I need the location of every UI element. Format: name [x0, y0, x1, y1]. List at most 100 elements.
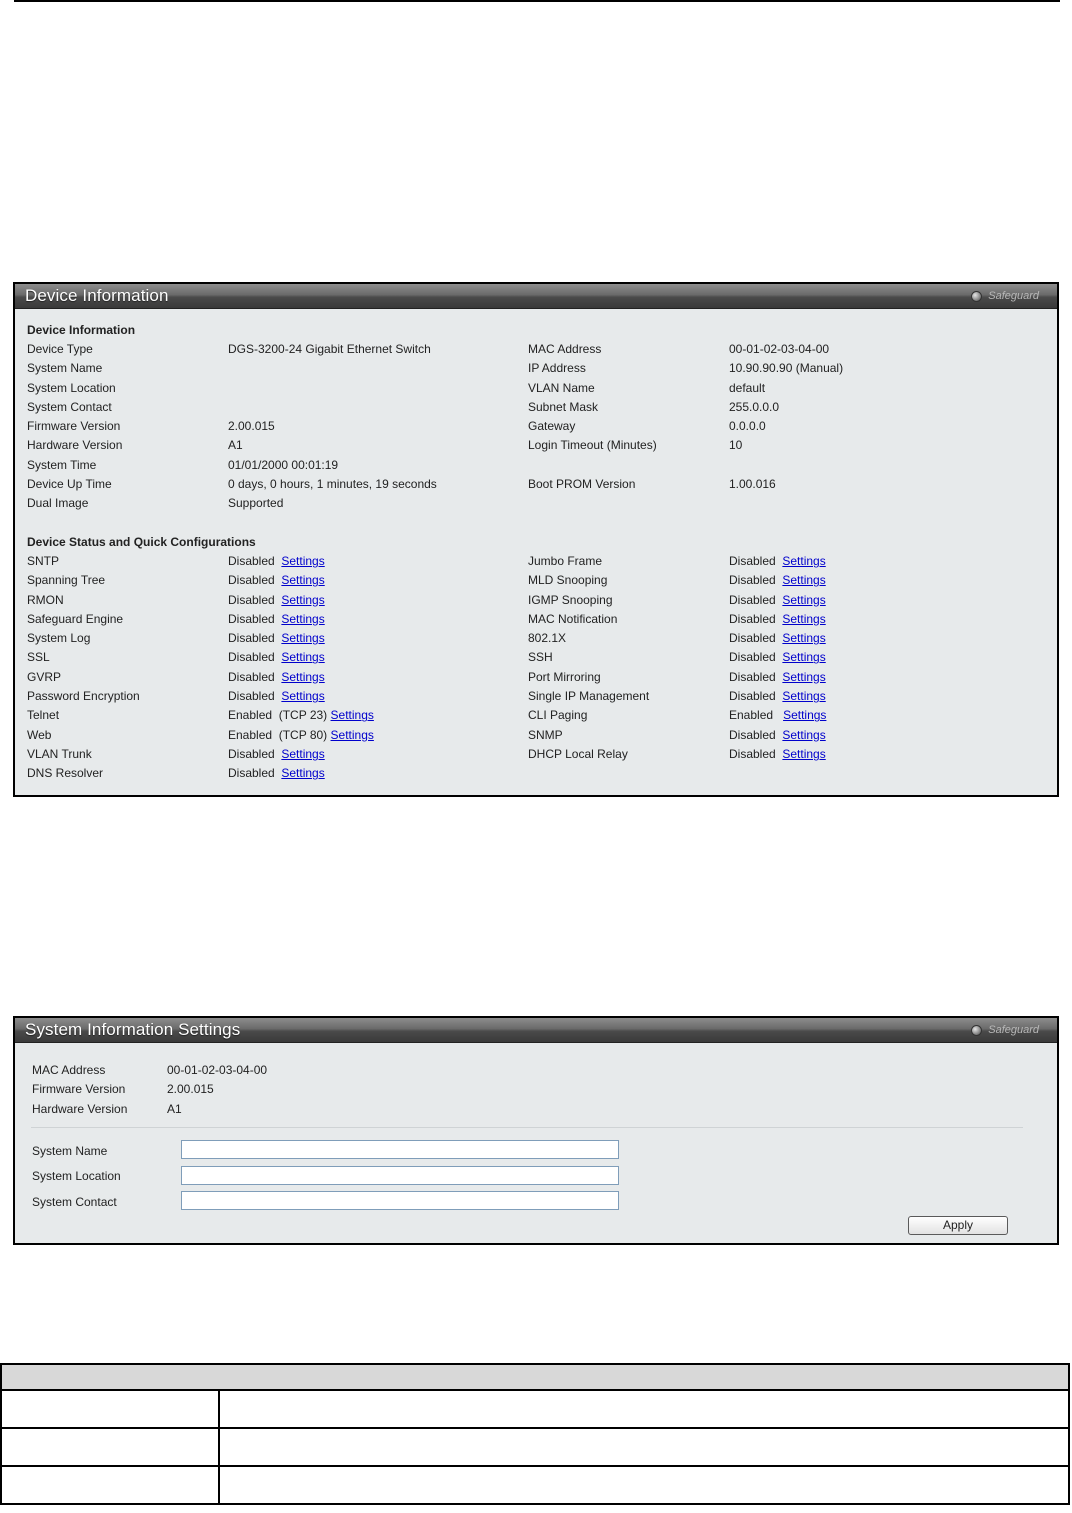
settings-link-system-log[interactable]: Settings — [281, 631, 324, 645]
system-information-settings-panel: System Information Settings Safeguard MA… — [13, 1016, 1059, 1245]
status-value: Disabled Settings — [729, 687, 826, 706]
info-value: 2.00.015 — [167, 1082, 214, 1097]
settings-link-password-encryption[interactable]: Settings — [281, 689, 324, 703]
info-label: Login Timeout (Minutes) — [528, 438, 657, 453]
safeguard-label: Safeguard — [988, 1024, 1039, 1036]
settings-link-web[interactable]: Settings — [331, 728, 374, 742]
settings-link-dns-resolver[interactable]: Settings — [281, 766, 324, 780]
status-text: Disabled — [228, 650, 275, 665]
panel-title: Device Information — [25, 286, 169, 305]
info-row: Subnet Mask 255.0.0.0 — [528, 398, 1028, 417]
status-label: DHCP Local Relay — [528, 746, 628, 761]
settings-link-8021x[interactable]: Settings — [782, 631, 825, 645]
settings-link-mld-snooping[interactable]: Settings — [782, 573, 825, 587]
status-row: GVRP Disabled Settings — [27, 668, 517, 687]
info-value: 10 — [729, 438, 743, 453]
page-top-rule — [14, 0, 1060, 2]
settings-link-dhcp-local-relay[interactable]: Settings — [782, 747, 825, 761]
table-row — [0, 1465, 1070, 1505]
status-row: System Log Disabled Settings — [27, 629, 517, 648]
status-text: Disabled — [729, 727, 776, 742]
status-row: Safeguard Engine Disabled Settings — [27, 610, 517, 629]
settings-link-ssl[interactable]: Settings — [281, 650, 324, 664]
info-label: IP Address — [528, 361, 586, 376]
info-value: 10.90.90.90 (Manual) — [729, 361, 844, 376]
status-row: SSL Disabled Settings — [27, 648, 517, 667]
settings-link-safeguard-engine[interactable]: Settings — [281, 612, 324, 626]
status-label: IGMP Snooping — [528, 592, 613, 607]
status-text: Disabled — [729, 650, 776, 665]
status-row: Telnet Enabled (TCP 23) Settings — [27, 706, 517, 725]
status-value: Disabled Settings — [729, 668, 826, 687]
status-text: Enabled — [228, 708, 273, 723]
info-row: VLAN Name default — [528, 379, 1028, 398]
status-label: MLD Snooping — [528, 573, 608, 588]
settings-link-igmp-snooping[interactable]: Settings — [782, 593, 825, 607]
status-row: SNTP Disabled Settings — [27, 552, 517, 571]
table-desc-cell — [218, 1427, 1070, 1467]
status-value: Disabled Settings — [729, 629, 826, 648]
status-label: 802.1X — [528, 631, 567, 646]
status-value: Disabled Settings — [729, 552, 826, 571]
status-row: MAC Notification Disabled Settings — [528, 610, 1028, 629]
system-name-input[interactable] — [181, 1140, 619, 1159]
status-text: Disabled — [228, 669, 275, 684]
safeguard-indicator: Safeguard — [971, 289, 1039, 303]
settings-link-ssh[interactable]: Settings — [782, 650, 825, 664]
status-text: Disabled — [228, 611, 275, 626]
info-row: System Location — [27, 379, 517, 398]
info-row: Firmware Version 2.00.015 — [27, 417, 517, 436]
info-row: Hardware Version A1 — [32, 1100, 532, 1119]
info-row: Gateway 0.0.0.0 — [528, 417, 1028, 436]
status-text: Disabled — [729, 611, 776, 626]
status-text: Disabled — [729, 631, 776, 646]
settings-link-cli-paging[interactable]: Settings — [783, 708, 826, 722]
status-row: RMON Disabled Settings — [27, 591, 517, 610]
settings-link-single-ip-management[interactable]: Settings — [782, 689, 825, 703]
settings-link-snmp[interactable]: Settings — [782, 728, 825, 742]
status-label: Single IP Management — [528, 689, 650, 704]
info-value: 0.0.0.0 — [729, 419, 766, 434]
info-value: A1 — [228, 438, 243, 453]
status-value: Disabled Settings — [729, 610, 826, 629]
status-value: Disabled Settings — [228, 745, 325, 764]
status-label: SNMP — [528, 727, 563, 742]
settings-link-rmon[interactable]: Settings — [281, 593, 324, 607]
status-label: Password Encryption — [27, 689, 140, 704]
settings-link-mac-notification[interactable]: Settings — [782, 612, 825, 626]
settings-link-sntp[interactable]: Settings — [281, 554, 324, 568]
status-left: SNTP Disabled Settings Spanning Tree Disab… — [27, 552, 517, 784]
status-label: System Log — [27, 631, 91, 646]
settings-link-jumbo-frame[interactable]: Settings — [782, 554, 825, 568]
settings-link-telnet[interactable]: Settings — [331, 708, 374, 722]
apply-button[interactable]: Apply — [908, 1216, 1008, 1235]
status-value: Enabled (TCP 23) Settings — [228, 706, 374, 725]
status-text: Enabled — [729, 708, 774, 723]
system-contact-input[interactable] — [181, 1191, 619, 1210]
status-label: Port Mirroring — [528, 669, 601, 684]
status-text: Disabled — [228, 554, 275, 568]
info-row: System Name — [27, 359, 517, 378]
status-row: Single IP Management Disabled Settings — [528, 687, 1028, 706]
settings-link-gvrp[interactable]: Settings — [281, 670, 324, 684]
info-value: 1.00.016 — [729, 477, 776, 492]
status-value: Disabled Settings — [228, 610, 325, 629]
info-value: 00-01-02-03-04-00 — [167, 1063, 268, 1077]
info-row: MAC Address 00-01-02-03-04-00 — [32, 1061, 532, 1080]
settings-link-port-mirroring[interactable]: Settings — [782, 670, 825, 684]
status-text: Disabled — [729, 573, 776, 588]
status-row: 802.1X Disabled Settings — [528, 629, 1028, 648]
status-label: Web — [27, 727, 52, 742]
info-label: MAC Address — [32, 1063, 106, 1077]
info-value: DGS-3200-24 Gigabit Ethernet Switch — [228, 342, 431, 356]
info-row: Device Type DGS-3200-24 Gigabit Ethernet … — [27, 340, 517, 359]
system-location-input[interactable] — [181, 1166, 619, 1185]
status-value: Disabled Settings — [228, 648, 325, 667]
settings-link-vlan-trunk[interactable]: Settings — [281, 747, 324, 761]
status-label: GVRP — [27, 669, 62, 684]
table-row — [0, 1389, 1070, 1429]
settings-link-spanning-tree[interactable]: Settings — [281, 573, 324, 587]
field-label: System Location — [32, 1169, 121, 1183]
status-value: Disabled Settings — [228, 571, 325, 590]
device-info-heading: Device Information — [27, 323, 136, 337]
